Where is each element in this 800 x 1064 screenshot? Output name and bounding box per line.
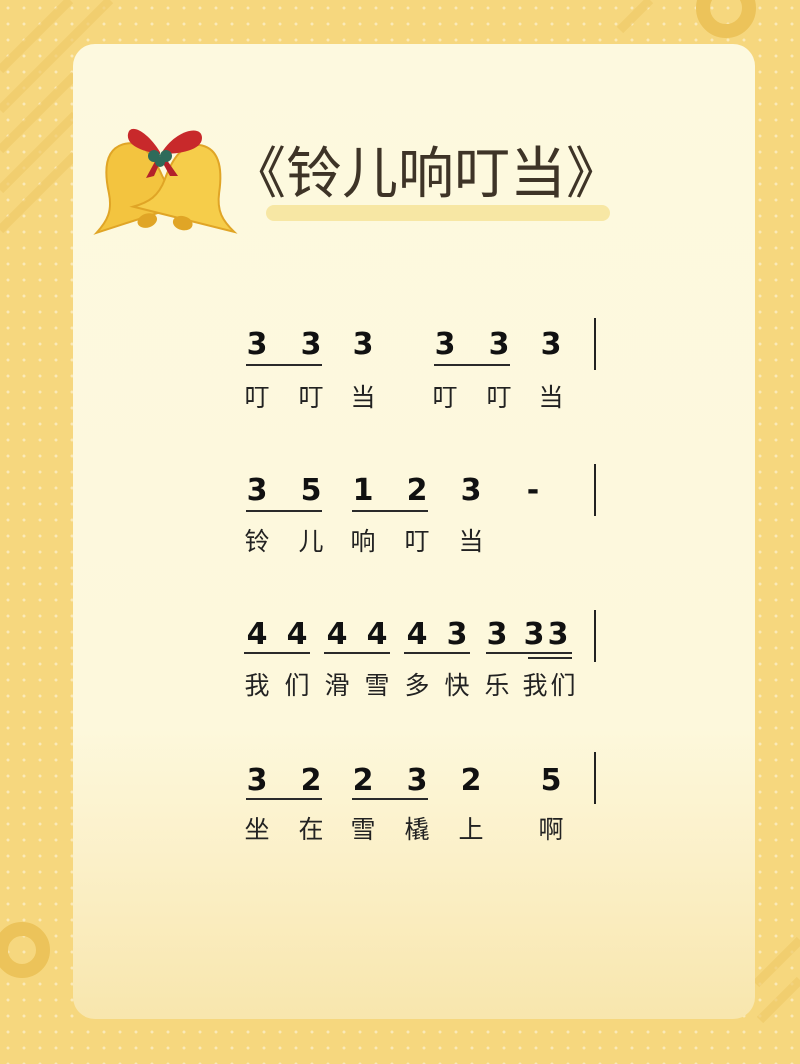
note: 3 xyxy=(406,763,428,798)
beam-underline xyxy=(486,652,572,654)
lyric: 雪 xyxy=(350,815,376,844)
note: 3 xyxy=(434,327,456,362)
score-line-2: 3 5 1 2 3 - 铃 儿 响 叮 当 xyxy=(0,464,800,590)
lyric: 儿 xyxy=(298,527,324,556)
note: 5 xyxy=(300,473,322,508)
lyric: 叮 xyxy=(432,383,458,412)
lyric: 当 xyxy=(458,527,484,556)
lyric: 滑 xyxy=(324,671,350,700)
note: 2 xyxy=(460,763,482,798)
score-line-1: 3 3 3 3 3 3 叮 叮 当 叮 叮 当 xyxy=(0,318,800,446)
lyric: 们 xyxy=(550,671,576,700)
note: 5 xyxy=(540,763,562,798)
decorative-ring xyxy=(696,0,756,38)
lyric: 叮 xyxy=(298,383,324,412)
note: 3 xyxy=(352,327,374,362)
note: 3 xyxy=(523,617,545,652)
beam-underline xyxy=(404,652,470,654)
note: 3 xyxy=(486,617,508,652)
lyric: 在 xyxy=(298,815,324,844)
beam-underline xyxy=(352,510,428,512)
lyric: 我 xyxy=(522,671,548,700)
lyric: 当 xyxy=(350,383,376,412)
lyric: 叮 xyxy=(404,527,430,556)
lyric: 当 xyxy=(538,383,564,412)
score-line-4: 3 2 2 3 2 5 坐 在 雪 橇 上 啊 xyxy=(0,752,800,880)
bar-line xyxy=(594,610,596,662)
note: 4 xyxy=(286,617,308,652)
beam-underline xyxy=(434,364,510,366)
lyric: 们 xyxy=(284,671,310,700)
lyric: 铃 xyxy=(244,527,270,556)
lyric: 橇 xyxy=(404,815,430,844)
beam-underline xyxy=(352,798,428,800)
lyric: 多 xyxy=(404,671,430,700)
beam-underline xyxy=(244,652,310,654)
beam-underline xyxy=(324,652,390,654)
lyric: 乐 xyxy=(484,671,510,700)
lyric: 叮 xyxy=(486,383,512,412)
beam-underline xyxy=(246,798,322,800)
lyric: 啊 xyxy=(538,815,564,844)
note: 1 xyxy=(352,473,374,508)
note: 3 xyxy=(540,327,562,362)
note: 3 xyxy=(246,763,268,798)
note: 4 xyxy=(246,617,268,652)
lyric: 响 xyxy=(350,527,376,556)
lyric: 我 xyxy=(244,671,270,700)
page-title: 《铃儿响叮当》 xyxy=(230,142,622,207)
note: 3 xyxy=(300,327,322,362)
note: 3 xyxy=(446,617,468,652)
note: 3 xyxy=(547,617,569,652)
lyric: 叮 xyxy=(244,383,270,412)
note: 4 xyxy=(366,617,388,652)
note: 3 xyxy=(246,473,268,508)
lyric: 快 xyxy=(444,671,470,700)
note: 4 xyxy=(326,617,348,652)
note: 3 xyxy=(246,327,268,362)
note: 3 xyxy=(460,473,482,508)
note: 2 xyxy=(352,763,374,798)
score-line-3: 4 4 4 4 4 3 3 3 3 我 们 滑 雪 多 快 乐 我 们 xyxy=(0,610,800,736)
bar-line xyxy=(594,464,596,516)
beam-underline xyxy=(246,510,322,512)
lyric: 雪 xyxy=(364,671,390,700)
lyric: 坐 xyxy=(244,815,270,844)
note: 2 xyxy=(406,473,428,508)
note: 3 xyxy=(488,327,510,362)
note: - xyxy=(526,473,540,508)
beam-underline xyxy=(246,364,322,366)
bells-icon xyxy=(93,128,238,235)
note: 4 xyxy=(406,617,428,652)
bar-line xyxy=(594,752,596,804)
note: 2 xyxy=(300,763,322,798)
lyric: 上 xyxy=(458,815,484,844)
bar-line xyxy=(594,318,596,370)
beam-underline xyxy=(528,657,572,659)
decorative-ring xyxy=(0,922,50,978)
